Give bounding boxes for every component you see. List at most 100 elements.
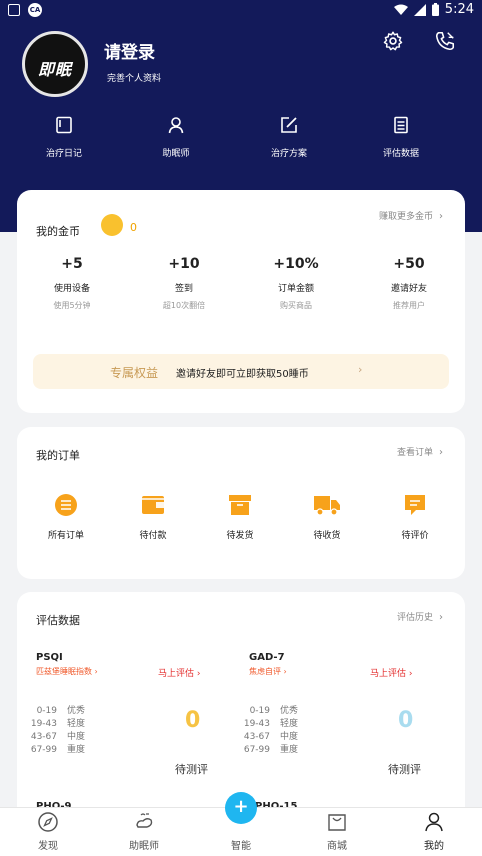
earn-more-label: 赚取更多金币 bbox=[378, 212, 433, 222]
notification-icon bbox=[8, 4, 20, 16]
range-value: 0-19 bbox=[36, 706, 57, 716]
tab-label: 商城 bbox=[327, 841, 347, 852]
assessment-subtitle-link[interactable]: 焦虑自评 › bbox=[249, 666, 287, 677]
assessment-score: 0 bbox=[185, 708, 201, 733]
quick-action-label: 治疗日记 bbox=[45, 149, 82, 159]
coins-card: 我的金币 0 赚取更多金币 › +5 使用设备 使用5分钟 +10 签到 超10次… bbox=[17, 190, 465, 413]
edit-icon bbox=[281, 117, 297, 133]
truck-icon bbox=[314, 496, 340, 516]
view-orders-link[interactable]: 查看订单 › bbox=[397, 445, 443, 458]
tab-shop[interactable]: 商城 bbox=[289, 808, 385, 852]
order-all[interactable]: 所有订单 bbox=[26, 493, 106, 541]
range-value: 43-67 bbox=[30, 732, 57, 742]
range-value: 67-99 bbox=[243, 745, 270, 755]
coin-rule-name: 签到 bbox=[174, 284, 193, 294]
range-level: 轻度 bbox=[280, 719, 299, 729]
quick-action-sleep-helper[interactable]: 助眠师 bbox=[131, 116, 221, 159]
earn-more-coins-link[interactable]: 赚取更多金币 › bbox=[379, 209, 443, 222]
order-pending-receipt[interactable]: 待收货 bbox=[287, 493, 367, 541]
coin-rule-name: 邀请好友 bbox=[390, 284, 427, 294]
coin-rule-invite: +50 邀请好友 推荐用户 bbox=[354, 256, 464, 311]
shop-bag-icon bbox=[328, 814, 346, 831]
start-assessment-button[interactable]: 马上评估 › bbox=[158, 666, 200, 679]
coin-rule-value: +5 bbox=[61, 256, 83, 272]
tab-label: 我的 bbox=[424, 841, 444, 852]
assessment-subtitle-link[interactable]: 匹兹堡睡眠指数 › bbox=[36, 666, 98, 677]
orders-card: 我的订单 查看订单 › 所有订单 待付款 待发货 待收货 待评价 bbox=[17, 427, 465, 579]
coin-icon bbox=[101, 214, 123, 236]
range-value: 19-43 bbox=[243, 719, 270, 729]
settings-gear-icon[interactable] bbox=[382, 30, 404, 52]
complete-profile-link[interactable]: 完善个人资料 bbox=[107, 71, 161, 84]
phone-icon[interactable] bbox=[434, 30, 456, 52]
order-pending-payment[interactable]: 待付款 bbox=[113, 493, 193, 541]
avatar-logo: 即眠 bbox=[37, 60, 72, 79]
coin-rule-desc: 使用5分钟 bbox=[53, 301, 91, 310]
quick-action-assessment[interactable]: 评估数据 bbox=[356, 116, 446, 159]
assessment-history-link[interactable]: 评估历史 › bbox=[397, 610, 443, 623]
quick-action-label: 评估数据 bbox=[382, 149, 419, 159]
range-level: 重度 bbox=[280, 745, 299, 755]
coin-rule-desc: 推荐用户 bbox=[393, 301, 425, 310]
start-assessment-label: 马上评估 bbox=[370, 669, 407, 679]
orders-title: 我的订单 bbox=[36, 449, 80, 462]
quick-action-label: 助眠师 bbox=[162, 149, 190, 159]
coin-rule-name: 使用设备 bbox=[53, 284, 90, 294]
assessment-status: 待测评 bbox=[175, 763, 208, 776]
sleep-helper-icon bbox=[136, 813, 153, 828]
coin-rule-order: +10% 订单金额 购买商品 bbox=[241, 256, 351, 311]
smart-plus-button[interactable]: + bbox=[225, 792, 257, 824]
ca-badge-icon: CA bbox=[28, 3, 42, 17]
coin-rule-value: +50 bbox=[393, 256, 425, 272]
invite-banner[interactable]: 专属权益 邀请好友即可立即获取50睡币 › bbox=[33, 354, 449, 389]
coin-rule-desc: 超10次翻倍 bbox=[162, 301, 206, 310]
range-level: 优秀 bbox=[67, 706, 86, 716]
score-range-list: 0-19 优秀 19-43 轻度 43-67 中度 67-99 重度 bbox=[243, 705, 298, 757]
tab-mine[interactable]: 我的 bbox=[386, 808, 482, 852]
assessment-name: PSQI bbox=[36, 652, 63, 663]
comment-icon bbox=[405, 495, 425, 515]
range-value: 67-99 bbox=[30, 745, 57, 755]
login-link[interactable]: 请登录 bbox=[104, 38, 155, 63]
battery-icon bbox=[431, 3, 439, 16]
coins-title: 我的金币 bbox=[36, 225, 80, 238]
quick-action-label: 治疗方案 bbox=[270, 149, 307, 159]
order-label: 待付款 bbox=[139, 531, 167, 541]
banner-text: 邀请好友即可立即获取50睡币 bbox=[176, 369, 309, 380]
assessment-subtitle: 匹兹堡睡眠指数 bbox=[36, 667, 92, 676]
box-icon bbox=[229, 495, 251, 515]
assessment-status: 待测评 bbox=[388, 763, 421, 776]
quick-action-treatment-plan[interactable]: 治疗方案 bbox=[244, 116, 334, 159]
range-level: 中度 bbox=[280, 732, 299, 742]
quick-action-diary[interactable]: 治疗日记 bbox=[19, 116, 109, 159]
report-icon bbox=[394, 116, 408, 134]
tab-label: 发现 bbox=[38, 841, 58, 852]
avatar[interactable]: 即眠 bbox=[22, 31, 88, 97]
order-label: 待评价 bbox=[401, 531, 429, 541]
start-assessment-button[interactable]: 马上评估 › bbox=[370, 666, 412, 679]
tab-sleep-helper[interactable]: 助眠师 bbox=[96, 808, 192, 852]
order-pending-shipment[interactable]: 待发货 bbox=[200, 493, 280, 541]
range-level: 中度 bbox=[67, 732, 86, 742]
tab-label: 智能 bbox=[231, 841, 251, 852]
tab-label: 助眠师 bbox=[129, 841, 159, 852]
assessment-history-label: 评估历史 bbox=[396, 613, 433, 623]
signal-icon bbox=[413, 3, 426, 16]
chevron-right-icon: › bbox=[439, 211, 443, 222]
diary-icon bbox=[56, 116, 72, 134]
chevron-right-icon: › bbox=[358, 363, 363, 376]
assessment-score: 0 bbox=[398, 708, 414, 733]
coin-rule-value: +10 bbox=[168, 256, 200, 272]
coin-rule-checkin: +10 签到 超10次翻倍 bbox=[129, 256, 239, 311]
coin-rule-value: +10% bbox=[273, 256, 319, 272]
tab-discover[interactable]: 发现 bbox=[0, 808, 96, 852]
plus-icon: + bbox=[233, 796, 249, 817]
range-level: 优秀 bbox=[280, 706, 299, 716]
order-pending-review[interactable]: 待评价 bbox=[375, 493, 455, 541]
user-icon bbox=[425, 812, 443, 832]
compass-icon bbox=[38, 812, 58, 832]
assessment-subtitle: 焦虑自评 bbox=[249, 667, 281, 676]
wifi-icon bbox=[393, 4, 408, 15]
range-value: 0-19 bbox=[249, 706, 270, 716]
order-label: 待收货 bbox=[313, 531, 341, 541]
